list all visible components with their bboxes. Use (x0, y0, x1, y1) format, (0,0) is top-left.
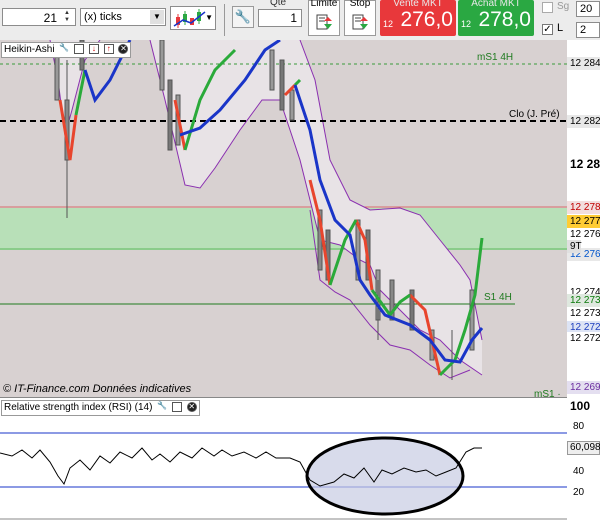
period-spinner[interactable]: 21 ▲ ▼ (2, 8, 76, 26)
price-tag: 12 272 (567, 332, 600, 345)
rsi-axis-20: 20 (573, 487, 585, 498)
rsi-chart[interactable]: Relative strength index (RSI) (14) 🔧 ✕ (0, 398, 567, 523)
window-icon[interactable] (171, 402, 182, 413)
chevron-down-icon[interactable]: ▼ (150, 10, 164, 24)
rsi-title: Relative strength index (RSI) (14) (4, 402, 153, 413)
wrench-icon[interactable]: 🔧 (232, 6, 254, 28)
rsi-canvas (0, 432, 567, 520)
ms1-label: mS1 4H (477, 52, 514, 63)
close-icon[interactable]: ✕ (186, 402, 197, 413)
window-icon[interactable] (74, 44, 85, 55)
right-value-2-num: 2 (580, 24, 587, 36)
rsi-axis-100: 100 (570, 399, 591, 413)
heikin-ashi-label: Heikin-Ashi (4, 44, 55, 55)
l-checkbox[interactable]: ✓ (542, 24, 553, 35)
limit-order-icon (316, 14, 332, 30)
qty-label: Qte (270, 0, 287, 8)
period-unit-select[interactable]: (x) ticks ▼ (80, 8, 166, 26)
watermark: © IT-Finance.com Données indicatives (3, 383, 192, 395)
rsi-value-tag: 60,098 (567, 441, 600, 455)
toolbar-divider (224, 4, 225, 36)
stop-order-icon (352, 14, 368, 30)
price-tag: 12 28 (567, 158, 600, 171)
price-tag: 12 284 (567, 57, 600, 70)
price-tag: 12 278 (567, 201, 600, 214)
stop-label: Stop (349, 0, 371, 9)
chart-type-chevron-icon[interactable]: ▼ (205, 13, 213, 22)
sg-checkbox[interactable] (542, 2, 553, 13)
buy-price: 278,0 (478, 8, 531, 31)
period-unit-text: (x) ticks (84, 11, 122, 23)
sell-price-prefix: 12 (383, 19, 394, 29)
price-tag: 12 269 (567, 381, 600, 394)
sell-market-button[interactable]: Vente MKT 12 276,0 (380, 0, 456, 36)
period-value: 21 (43, 11, 57, 25)
price-tag: 12 273 (567, 307, 600, 320)
buy-price-prefix: 12 (461, 19, 472, 29)
price-tag: 12 277 (567, 215, 600, 228)
stop-order-button[interactable]: Stop (344, 0, 376, 36)
price-axis: 12 284 12 282 12 28 12 278 12 277 12 276… (567, 40, 600, 523)
heikin-ashi-chart-icon (173, 9, 206, 28)
move-down-icon[interactable]: ↓ (88, 44, 99, 55)
highlight-ellipse (305, 436, 465, 516)
buy-market-button[interactable]: Achat MKT 12 278,0 (458, 0, 534, 36)
rsi-header: Relative strength index (RSI) (14) 🔧 ✕ (1, 400, 200, 416)
chart-type-button[interactable]: ▼ (170, 6, 216, 30)
right-value-1[interactable]: 20 (576, 1, 600, 17)
clo-label: Clo (J. Pré) (509, 109, 560, 120)
right-value-2[interactable]: 2 pts (576, 22, 600, 50)
heikin-ashi-header: Heikin-Ashi 🔧 ↓ ↑ ✕ (1, 42, 132, 58)
ms1-bottom-label: mS1 · (534, 389, 561, 397)
move-up-icon[interactable]: ↑ (103, 44, 114, 55)
rsi-axis-40: 40 (573, 466, 585, 477)
limit-label: Limite (310, 0, 338, 9)
sell-price: 276,0 (400, 8, 453, 31)
limit-order-button[interactable]: Limite (308, 0, 340, 36)
l-label: L (557, 22, 564, 34)
price-chart-canvas (0, 40, 567, 380)
rsi-axis-80: 80 (573, 421, 585, 432)
spinner-arrows-icon[interactable]: ▲ ▼ (61, 10, 73, 24)
qty-input[interactable]: 1 (258, 9, 302, 27)
price-tag: 12 273 (567, 294, 600, 307)
sg-label: Sg (557, 1, 570, 12)
wrench-icon[interactable]: 🔧 (157, 402, 167, 412)
close-icon[interactable]: ✕ (118, 44, 129, 55)
price-tag: 12 282 (567, 115, 600, 128)
wrench-icon[interactable]: 🔧 (59, 44, 69, 54)
s1-label: S1 4H (484, 292, 512, 303)
nine-t-tag: 9T (567, 240, 582, 253)
price-chart[interactable]: Heikin-Ashi 🔧 ↓ ↑ ✕ mS1 4H Clo (J. Pré) … (0, 40, 567, 397)
